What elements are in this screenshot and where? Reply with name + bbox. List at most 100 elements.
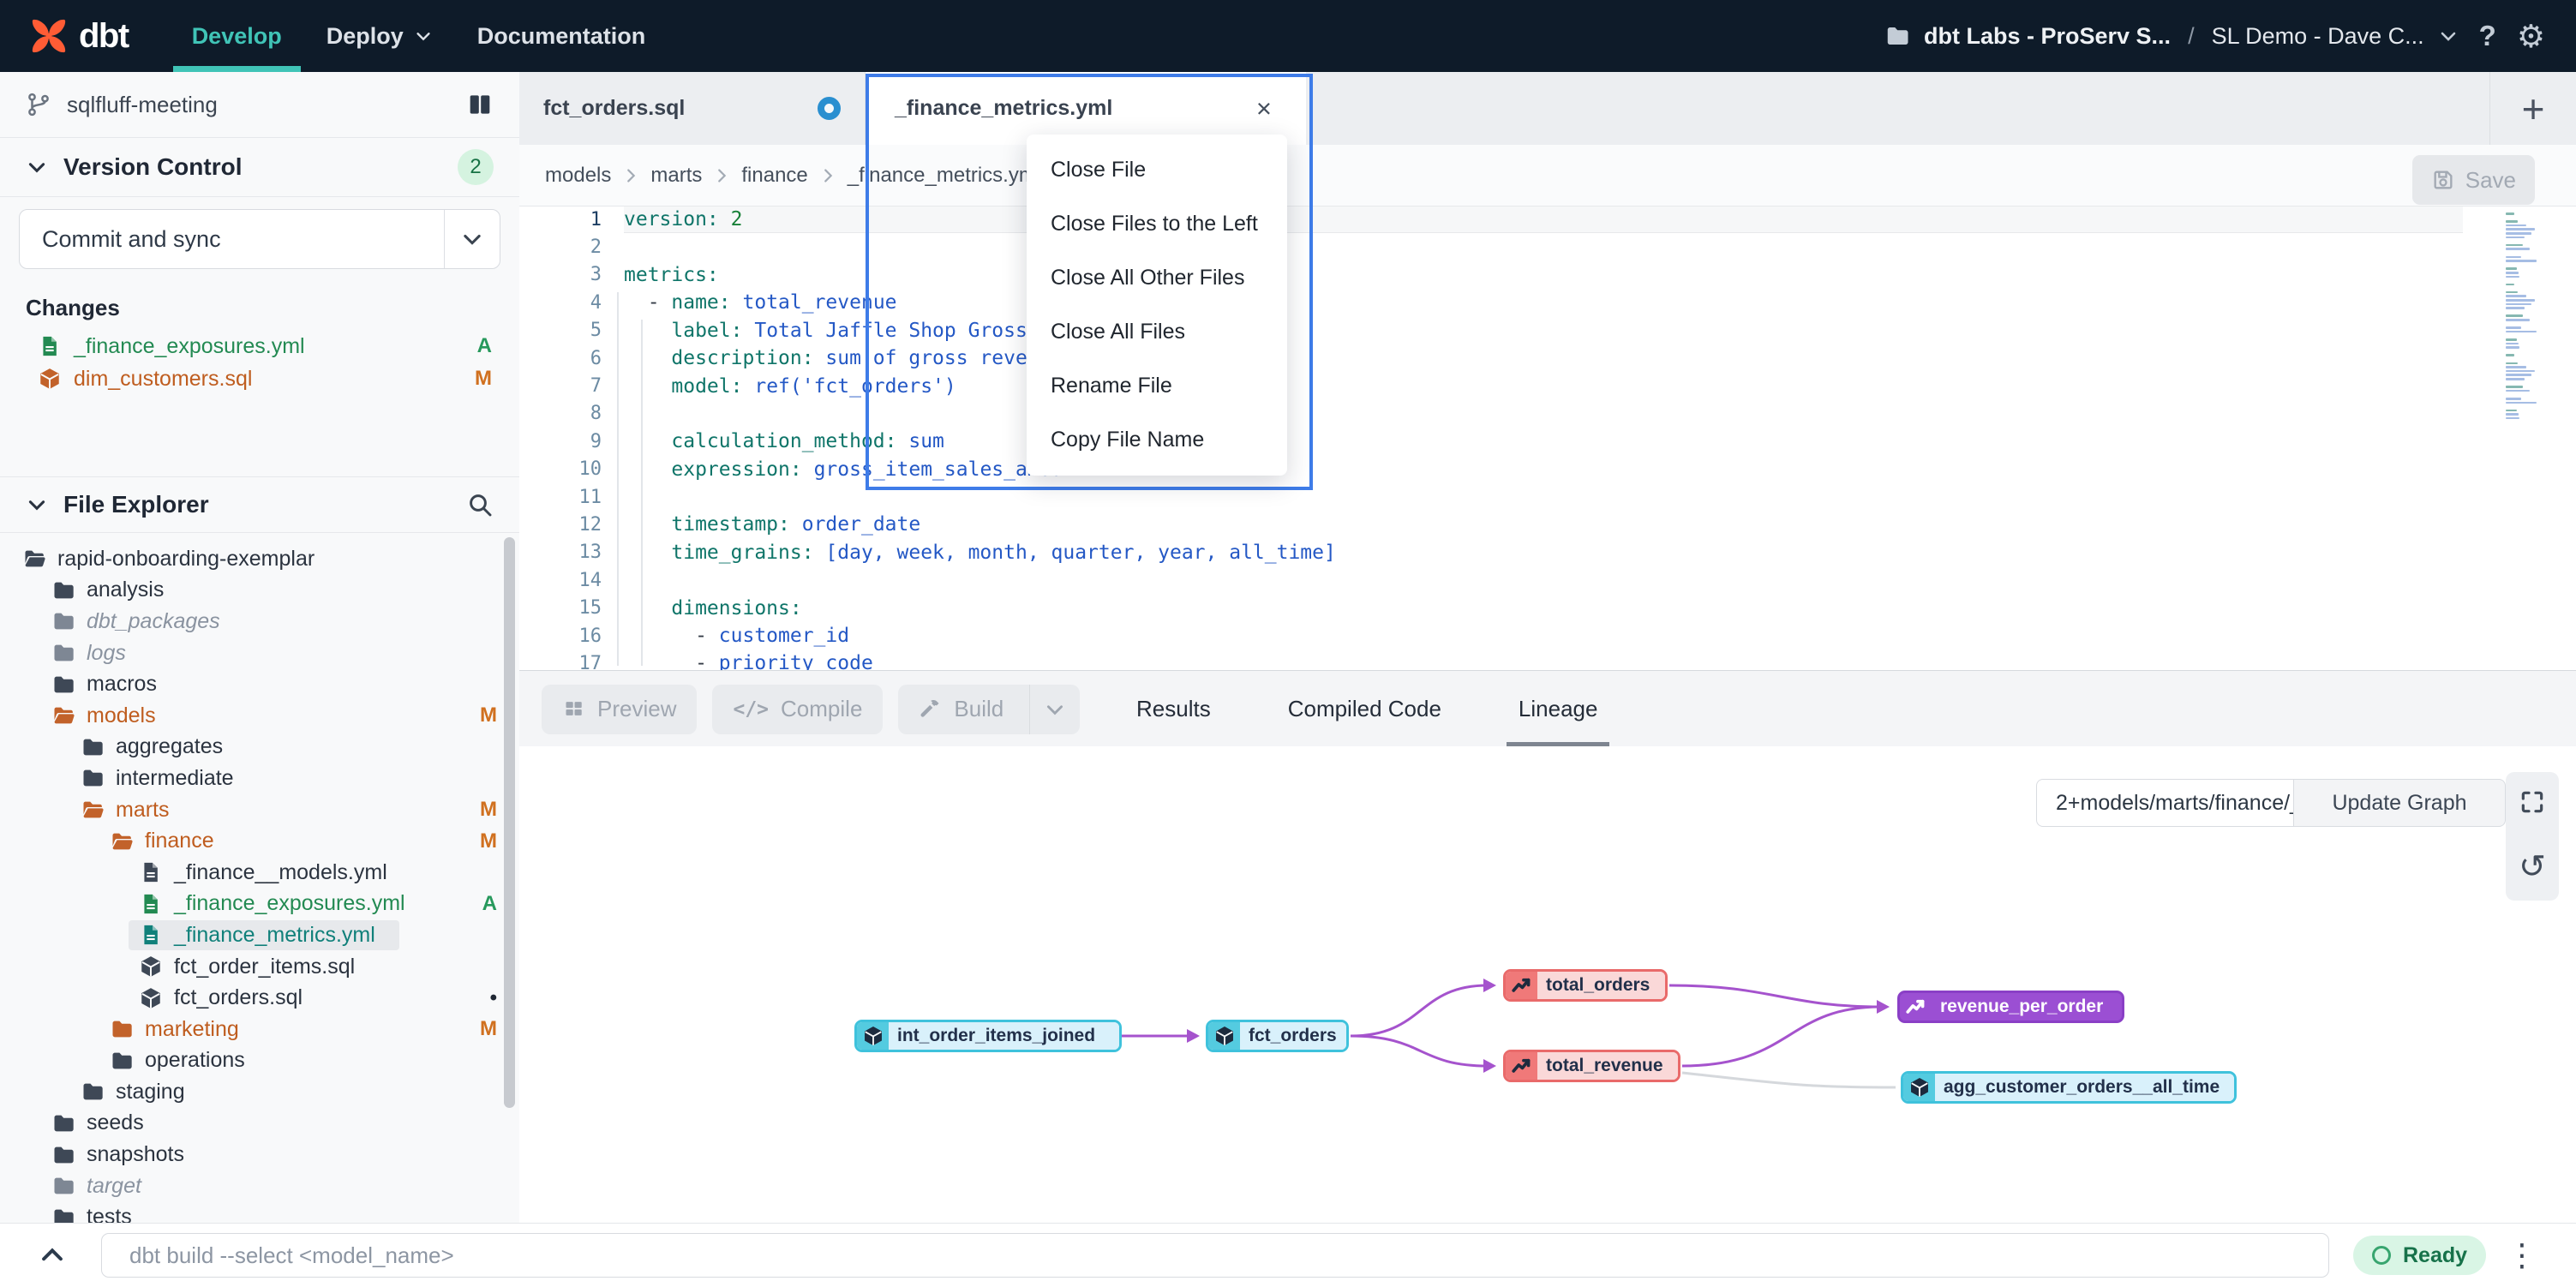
panel-tab-lineage[interactable]: Lineage	[1512, 671, 1605, 747]
save-button[interactable]: Save	[2412, 155, 2535, 205]
lineage-node-revenue-per-order[interactable]: revenue_per_order	[1897, 991, 2124, 1023]
nav-item-documentation[interactable]: Documentation	[455, 0, 668, 72]
account-project-selector[interactable]: dbt Labs - ProServ S... / SL Demo - Dave…	[1884, 23, 2459, 50]
tree-item-analysis[interactable]: analysis	[0, 575, 519, 607]
tree-item-finance[interactable]: financeM	[0, 825, 519, 857]
menu-item-rename-file[interactable]: Rename File	[1027, 359, 1287, 413]
docs-book-icon[interactable]	[466, 91, 494, 118]
panel-tab-compiled-code[interactable]: Compiled Code	[1281, 671, 1448, 747]
tree-item-target[interactable]: target	[0, 1170, 519, 1202]
search-icon[interactable]	[466, 491, 494, 518]
tree-item-models[interactable]: modelsM	[0, 700, 519, 732]
folder-icon	[81, 735, 105, 759]
nav-item-label: Develop	[192, 23, 282, 50]
lineage-node-fct-orders[interactable]: fct_orders	[1206, 1020, 1349, 1052]
line-number: 13	[519, 542, 624, 563]
tree-item-aggregates[interactable]: aggregates	[0, 732, 519, 763]
tree-item-marketing[interactable]: marketingM	[0, 1014, 519, 1045]
file-tree-scrollbar[interactable]	[504, 537, 515, 1108]
preview-button[interactable]: Preview	[542, 685, 697, 734]
dbt-logo[interactable]: dbt	[29, 16, 129, 56]
chevron-up-icon[interactable]	[38, 1241, 67, 1270]
lineage-node-total-revenue[interactable]: total_revenue	[1503, 1050, 1680, 1082]
nav-item-develop[interactable]: Develop	[170, 0, 304, 72]
code-line: 11	[519, 483, 2576, 511]
tree-item-logs[interactable]: logs	[0, 638, 519, 669]
reset-view-icon[interactable]: ↺	[2519, 847, 2546, 885]
tree-item-snapshots[interactable]: snapshots	[0, 1139, 519, 1170]
nav-item-label: Deploy	[326, 23, 404, 50]
code-text: description: sum of gross revenue	[624, 347, 1063, 369]
tree-item-staging[interactable]: staging	[0, 1076, 519, 1108]
line-number: 10	[519, 458, 624, 480]
lineage-node-int-order-items-joined[interactable]: int_order_items_joined	[854, 1020, 1122, 1052]
kebab-menu-icon[interactable]: ⋮	[2507, 1238, 2537, 1273]
build-options-dropdown[interactable]	[1029, 685, 1080, 734]
menu-item-close-file[interactable]: Close File	[1027, 143, 1287, 197]
build-button[interactable]: Build	[898, 685, 1080, 734]
commit-and-sync-button[interactable]: Commit and sync	[19, 209, 500, 269]
changes-label: Changes	[26, 295, 494, 321]
version-control-header[interactable]: Version Control 2	[0, 138, 519, 197]
tree-item-intermediate[interactable]: intermediate	[0, 763, 519, 794]
tree-item-label: marketing	[145, 1017, 239, 1042]
nav-item-deploy[interactable]: Deploy	[304, 0, 455, 72]
menu-item-close-all-other-files[interactable]: Close All Other Files	[1027, 251, 1287, 305]
new-tab-button[interactable]: +	[2489, 72, 2576, 145]
code-text: model: ref('fct_orders')	[624, 375, 956, 398]
breadcrumb-chevron-icon	[621, 166, 640, 185]
line-number: 12	[519, 514, 624, 536]
tree-item-rapid-onboarding-exemplar[interactable]: rapid-onboarding-exemplar	[0, 543, 519, 575]
folder-icon	[81, 1080, 105, 1104]
lineage-canvas[interactable]: int_order_items_joined fct_orders total_or…	[519, 746, 2576, 1224]
changed-file-dim-customers-sql[interactable]: dim_customers.sqlM	[26, 362, 494, 395]
code-editor[interactable]: 1version: 223metrics:4 - name: total_rev…	[519, 206, 2576, 670]
breadcrumb-item-finance-metrics-yml[interactable]: _finance_metrics.yml	[848, 164, 1040, 188]
commit-options-dropdown[interactable]	[444, 210, 500, 268]
tree-item-label: fct_orders.sql	[174, 985, 303, 1010]
tab-fct-orders-sql[interactable]: fct_orders.sql	[519, 72, 866, 145]
tree-item-operations[interactable]: operations	[0, 1045, 519, 1077]
fullscreen-icon[interactable]	[2519, 788, 2546, 816]
code-text: version: 2	[624, 208, 743, 230]
tree-item-finance-metrics-yml[interactable]: _finance_metrics.yml	[0, 919, 519, 951]
gear-icon[interactable]: ⚙	[2517, 18, 2545, 55]
tree-item-label: analysis	[87, 578, 164, 602]
lineage-node-agg-customer-orders-all-time[interactable]: agg_customer_orders__all_time	[1901, 1071, 2237, 1104]
breadcrumb-item-models[interactable]: models	[545, 164, 611, 188]
edge-arrowhead	[1483, 1059, 1496, 1073]
compile-button[interactable]: </>Compile	[712, 685, 883, 734]
panel-tab-results[interactable]: Results	[1129, 671, 1218, 747]
tree-item-macros[interactable]: macros	[0, 668, 519, 700]
breadcrumb-item-finance[interactable]: finance	[741, 164, 807, 188]
menu-item-close-all-files[interactable]: Close All Files	[1027, 305, 1287, 359]
menu-item-close-files-to-the-left[interactable]: Close Files to the Left	[1027, 197, 1287, 251]
update-graph-button[interactable]: Update Graph	[2293, 779, 2506, 827]
tree-item-seeds[interactable]: seeds	[0, 1108, 519, 1140]
menu-item-copy-file-name[interactable]: Copy File Name	[1027, 413, 1287, 467]
tree-item-tests[interactable]: tests	[0, 1201, 519, 1224]
edge-fct-orders-to-total-orders	[1351, 985, 1488, 1036]
line-number: 6	[519, 348, 624, 369]
close-icon[interactable]: ×	[1256, 93, 1272, 124]
tree-item-dbt-packages[interactable]: dbt_packages	[0, 606, 519, 638]
code-line: 7 model: ref('fct_orders')	[519, 372, 2576, 399]
minimap[interactable]	[2506, 213, 2555, 425]
lineage-selector-input[interactable]	[2036, 779, 2293, 827]
folder-icon	[51, 609, 75, 633]
tree-item-fct-order-items-sql[interactable]: fct_order_items.sql	[0, 951, 519, 983]
changed-file-finance-exposures-yml[interactable]: _finance_exposures.ymlA	[26, 330, 494, 362]
help-icon[interactable]: ?	[2479, 20, 2496, 52]
line-number: 7	[519, 375, 624, 397]
command-input[interactable]	[101, 1233, 2329, 1278]
breadcrumb-item-marts[interactable]: marts	[650, 164, 702, 188]
tree-item-finance-models-yml[interactable]: _finance__models.yml	[0, 857, 519, 889]
file-explorer-header[interactable]: File Explorer	[0, 476, 519, 533]
breadcrumb-chevron-icon	[712, 166, 731, 185]
tree-item-marts[interactable]: martsM	[0, 794, 519, 826]
lineage-node-total-orders[interactable]: total_orders	[1503, 969, 1668, 1002]
tree-item-fct-orders-sql[interactable]: fct_orders.sql•	[0, 982, 519, 1014]
folder-icon	[51, 1143, 75, 1167]
git-status-badge: A	[477, 334, 494, 358]
tree-item-finance-exposures-yml[interactable]: _finance_exposures.ymlA	[0, 889, 519, 920]
